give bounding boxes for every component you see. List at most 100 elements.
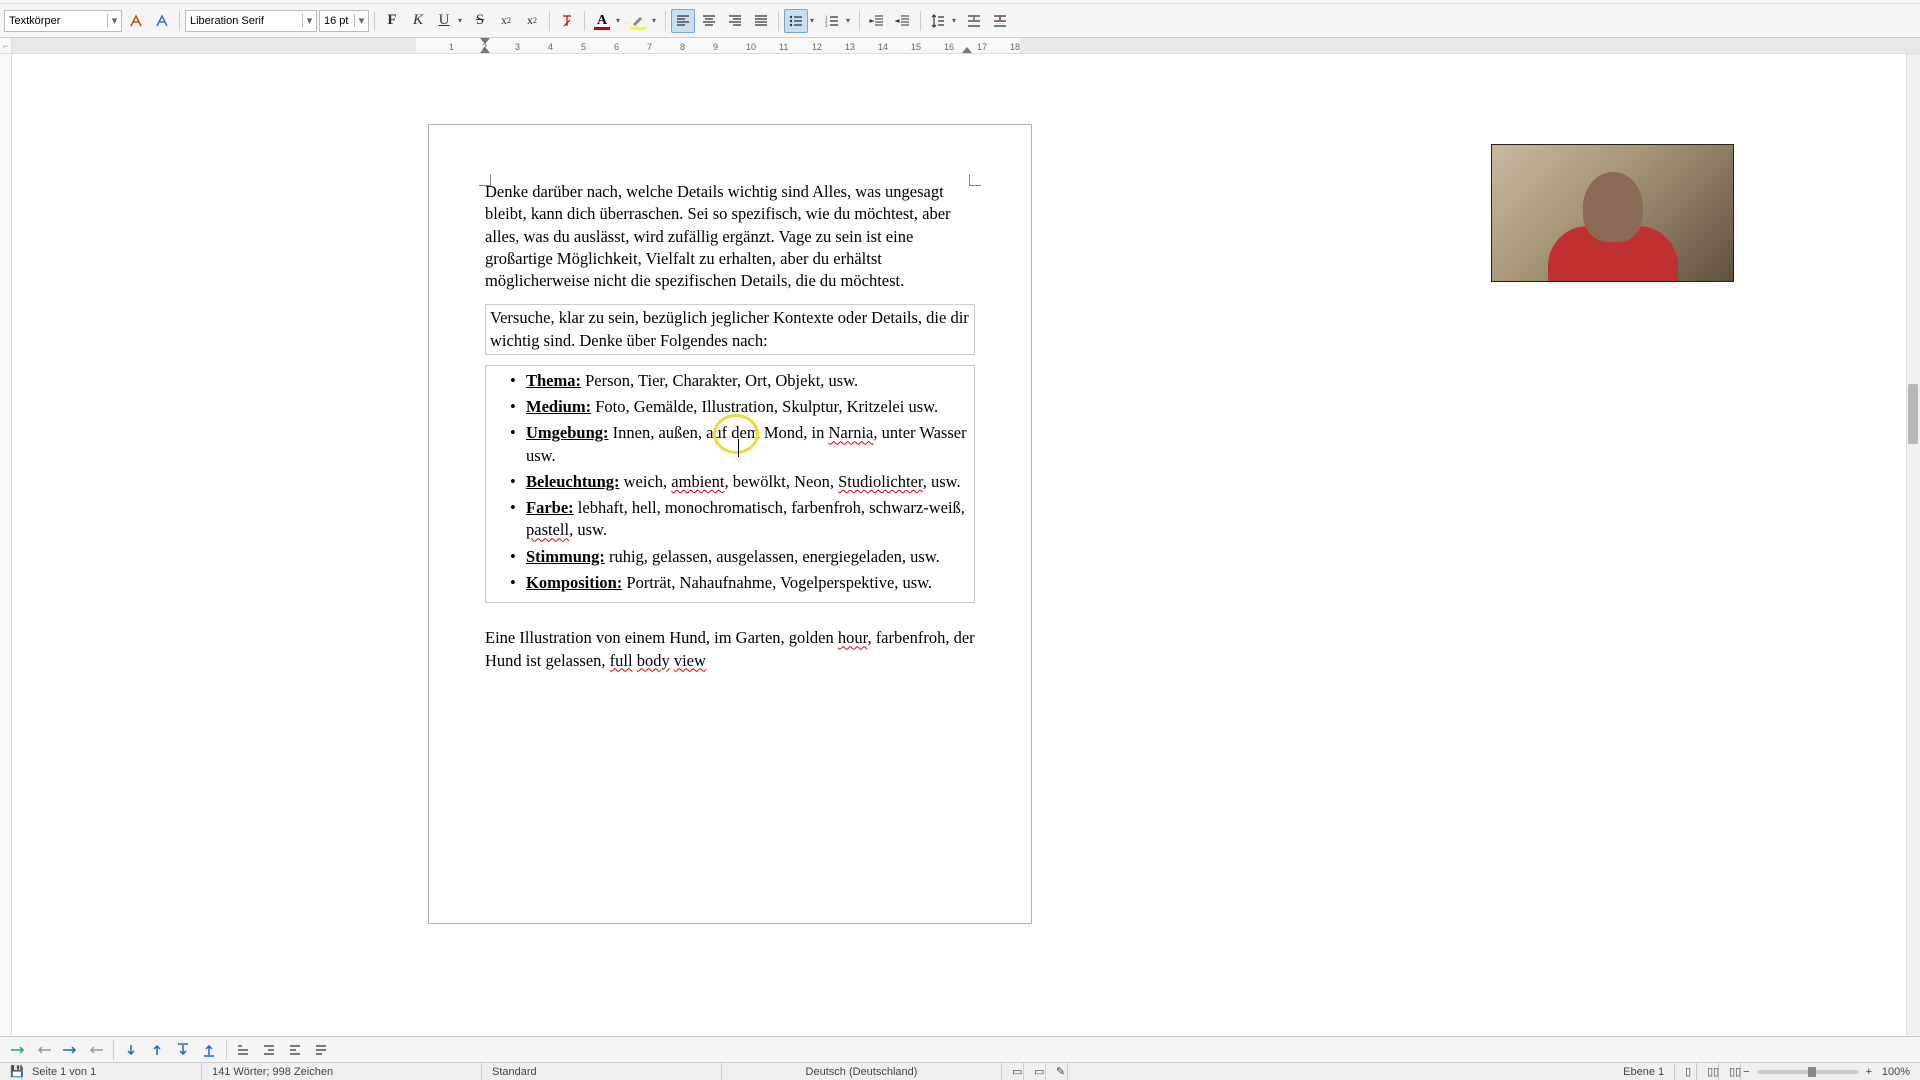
zoom-out-button[interactable]: −: [1741, 1063, 1751, 1080]
subscript-button[interactable]: x2: [520, 9, 544, 33]
move-up-button[interactable]: [284, 1039, 308, 1061]
selection-mode-icon[interactable]: ▭: [1024, 1063, 1046, 1080]
svg-text:3: 3: [825, 24, 828, 29]
zoom-value[interactable]: 100%: [1874, 1063, 1920, 1080]
ruler-tick: 2: [482, 42, 487, 52]
margin-mark-icon: [479, 174, 491, 186]
decrease-indent-button[interactable]: [891, 9, 915, 33]
chevron-down-icon[interactable]: ▾: [302, 14, 316, 27]
chevron-down-icon[interactable]: ▾: [354, 14, 368, 27]
ruler-tick: 3: [515, 42, 520, 52]
nav-up-icon[interactable]: [145, 1039, 169, 1061]
highlight-color-button[interactable]: [626, 9, 650, 33]
align-justify-button[interactable]: [749, 9, 773, 33]
status-bar: 💾 Seite 1 von 1 141 Wörter; 998 Zeichen …: [0, 1062, 1920, 1080]
paragraph-example[interactable]: Eine Illustration von einem Hund, im Gar…: [485, 627, 975, 672]
font-size-combo[interactable]: ▾: [319, 10, 369, 32]
font-name-input[interactable]: [186, 11, 302, 31]
save-status-icon[interactable]: 💾: [0, 1063, 22, 1080]
list-item: Beleuchtung: weich, ambient, bewölkt, Ne…: [510, 471, 970, 493]
separator: [226, 1040, 227, 1060]
paragraph-boxed[interactable]: Versuche, klar zu sein, bezüglich jeglic…: [485, 304, 975, 355]
align-center-button[interactable]: [697, 9, 721, 33]
word-count-status[interactable]: 141 Wörter; 998 Zeichen: [202, 1063, 482, 1080]
separator: [549, 11, 550, 31]
chevron-down-icon[interactable]: ▾: [107, 14, 121, 27]
webcam-overlay: [1491, 144, 1734, 282]
language-status[interactable]: Deutsch (Deutschland): [722, 1063, 1002, 1080]
right-indent-marker[interactable]: [962, 47, 972, 53]
superscript-button[interactable]: x2: [494, 9, 518, 33]
underline-button[interactable]: U: [432, 9, 456, 33]
view-multi-icon[interactable]: ▯▯: [1697, 1063, 1719, 1080]
list-item: Komposition: Porträt, Nahaufnahme, Vogel…: [510, 572, 970, 594]
nav-back-icon[interactable]: [84, 1039, 108, 1061]
signature-icon[interactable]: ✎: [1046, 1063, 1068, 1080]
layer-status[interactable]: Ebene 1: [1613, 1063, 1675, 1080]
paragraph-intro[interactable]: Denke darüber nach, welche Details wicht…: [485, 181, 975, 292]
nav-page-down-icon[interactable]: [171, 1039, 195, 1061]
font-color-dropdown[interactable]: ▾: [616, 16, 624, 25]
insert-mode-icon[interactable]: ▭: [1002, 1063, 1024, 1080]
font-name-combo[interactable]: ▾: [185, 10, 317, 32]
page[interactable]: Denke darüber nach, welche Details wicht…: [428, 124, 1032, 924]
nav-forward-icon[interactable]: [58, 1039, 82, 1061]
promote-button[interactable]: [232, 1039, 256, 1061]
nav-forward-link-icon[interactable]: [6, 1039, 30, 1061]
strikethrough-button[interactable]: S: [468, 9, 492, 33]
italic-button[interactable]: K: [406, 9, 430, 33]
numbered-list-button[interactable]: 123: [820, 9, 844, 33]
ruler-tick: 1: [449, 42, 454, 52]
separator: [113, 1040, 114, 1060]
ruler-tick: 11: [779, 42, 788, 52]
horizontal-ruler[interactable]: ⌐ 123456789101112131415161718: [0, 38, 1920, 54]
bold-button[interactable]: F: [380, 9, 404, 33]
demote-button[interactable]: [258, 1039, 282, 1061]
page-style-status[interactable]: Standard: [482, 1063, 722, 1080]
new-style-button[interactable]: [150, 9, 174, 33]
update-style-button[interactable]: [124, 9, 148, 33]
detail-list[interactable]: Thema: Person, Tier, Charakter, Ort, Obj…: [485, 365, 975, 603]
ruler-tick: 9: [713, 42, 718, 52]
nav-page-up-icon[interactable]: [197, 1039, 221, 1061]
line-spacing-dropdown[interactable]: ▾: [952, 16, 960, 25]
ruler-tick: 16: [944, 42, 954, 52]
zoom-slider[interactable]: [1758, 1070, 1858, 1074]
document-canvas[interactable]: Denke darüber nach, welche Details wicht…: [12, 54, 1920, 1036]
line-spacing-button[interactable]: [926, 9, 950, 33]
scrollbar-thumb[interactable]: [1908, 384, 1918, 444]
view-book-icon[interactable]: ▯▯: [1719, 1063, 1741, 1080]
separator: [859, 11, 860, 31]
highlight-color-dropdown[interactable]: ▾: [652, 16, 660, 25]
vertical-ruler[interactable]: [0, 54, 12, 1036]
paragraph-style-combo[interactable]: ▾: [4, 10, 122, 32]
align-right-button[interactable]: [723, 9, 747, 33]
bullet-list-button[interactable]: [784, 9, 808, 33]
clear-formatting-button[interactable]: [555, 9, 579, 33]
increase-para-spacing-button[interactable]: [962, 9, 986, 33]
list-item: Stimmung: ruhig, gelassen, ausgelassen, …: [510, 546, 970, 568]
nav-back-link-icon[interactable]: [32, 1039, 56, 1061]
bullet-list-dropdown[interactable]: ▾: [810, 16, 818, 25]
decrease-para-spacing-button[interactable]: [988, 9, 1012, 33]
align-left-button[interactable]: [671, 9, 695, 33]
zoom-in-button[interactable]: +: [1864, 1063, 1874, 1080]
list-item: Umgebung: Innen, außen, auf dem Mond, in…: [510, 422, 970, 467]
separator: [374, 11, 375, 31]
increase-indent-button[interactable]: [865, 9, 889, 33]
font-size-input[interactable]: [320, 11, 354, 31]
paragraph-style-input[interactable]: [5, 11, 107, 31]
font-color-button[interactable]: A: [590, 9, 614, 33]
separator: [778, 11, 779, 31]
page-status[interactable]: Seite 1 von 1: [22, 1063, 202, 1080]
separator: [665, 11, 666, 31]
numbered-list-dropdown[interactable]: ▾: [846, 16, 854, 25]
ruler-tick: 12: [812, 42, 822, 52]
list-item: Thema: Person, Tier, Charakter, Ort, Obj…: [510, 370, 970, 392]
nav-down-icon[interactable]: [119, 1039, 143, 1061]
view-single-icon[interactable]: ▯: [1675, 1063, 1697, 1080]
underline-dropdown[interactable]: ▾: [458, 16, 466, 25]
move-down-button[interactable]: [310, 1039, 334, 1061]
vertical-scrollbar[interactable]: [1906, 54, 1920, 1036]
ruler-corner: ⌐: [0, 38, 12, 53]
